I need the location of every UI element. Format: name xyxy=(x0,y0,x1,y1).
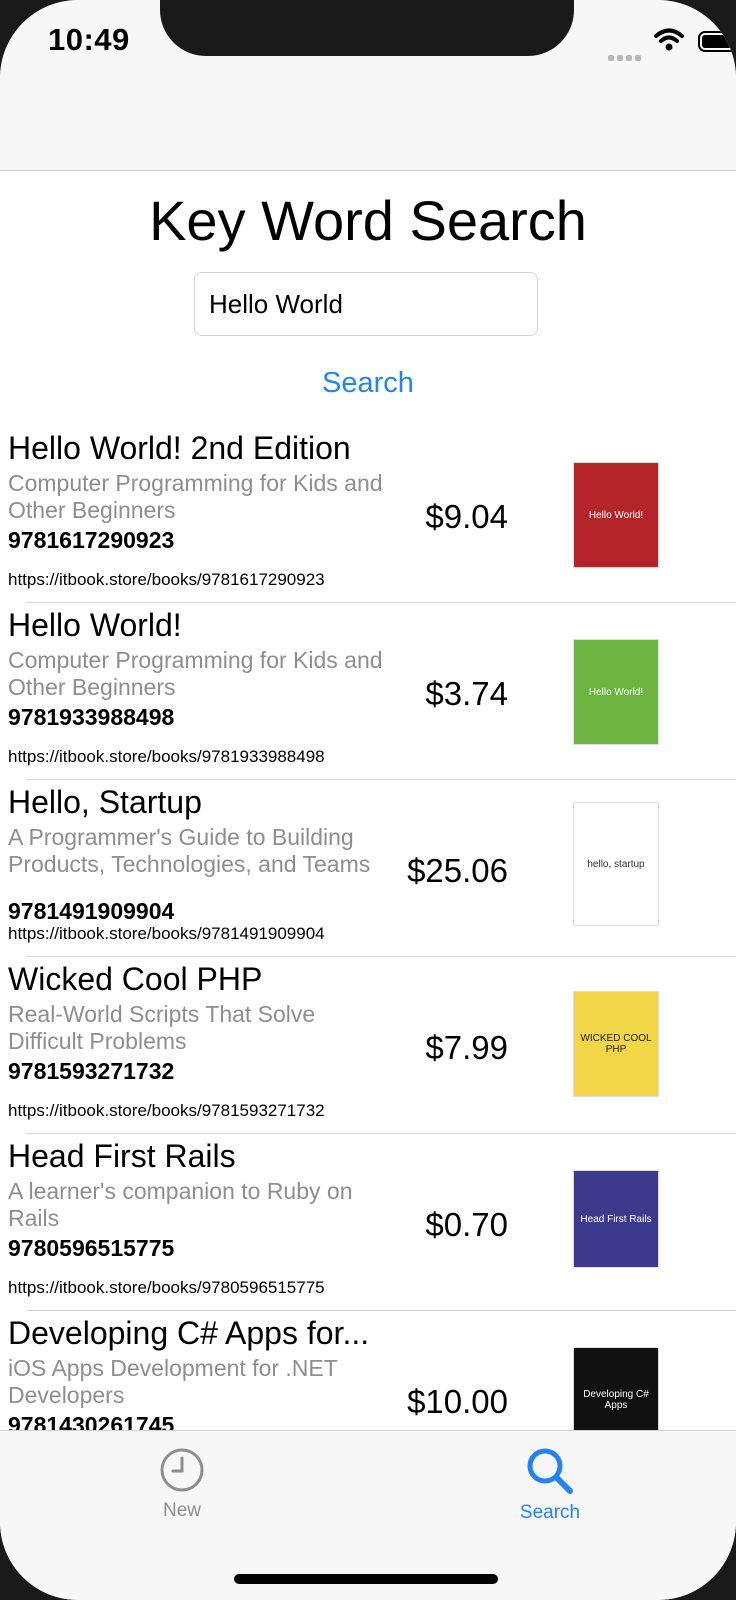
book-url: https://itbook.store/books/9781491909904 xyxy=(8,924,325,943)
book-subtitle: Real-World Scripts That Solve Difficult … xyxy=(8,1001,316,1054)
book-price: $25.06 xyxy=(407,852,508,889)
book-subtitle: A Programmer's Guide to Building Product… xyxy=(8,824,371,877)
book-cover-text: Developing C# Apps xyxy=(583,1389,649,1411)
book-subtitle: Computer Programming for Kids and Other … xyxy=(8,647,383,700)
book-url: https://itbook.store/books/9781933988498 xyxy=(8,747,325,766)
tab-search-label: Search xyxy=(519,1502,581,1523)
book-price: $3.74 xyxy=(425,675,508,712)
battery-icon xyxy=(698,31,736,52)
book-isbn: 9781430261745 xyxy=(8,1412,175,1432)
search-icon xyxy=(526,1448,574,1499)
result-row[interactable]: Hello World! 2nd Edition Computer Program… xyxy=(0,426,736,603)
book-cover-text: hello, startup xyxy=(587,858,645,870)
book-price: $0.70 xyxy=(425,1206,508,1243)
book-cover-text: Hello World! xyxy=(588,509,644,521)
book-subtitle: iOS Apps Development for .NET Developers xyxy=(8,1355,338,1408)
results-list[interactable]: Hello World! 2nd Edition Computer Program… xyxy=(0,426,736,1432)
book-cover-image: Developing C# Apps xyxy=(573,1347,659,1432)
status-time: 10:49 xyxy=(48,22,130,57)
book-title: Hello World! xyxy=(8,607,182,643)
result-row[interactable]: Wicked Cool PHP Real-World Scripts That S… xyxy=(0,957,736,1134)
page-title: Key Word Search xyxy=(149,189,587,252)
book-url: https://itbook.store/books/9780596515775 xyxy=(8,1278,325,1297)
book-cover-image: hello, startup xyxy=(573,802,659,926)
book-cover-image: Hello World! xyxy=(573,462,659,568)
clock-icon xyxy=(159,1448,205,1497)
book-isbn: 9781617290923 xyxy=(8,527,175,553)
book-price: $9.04 xyxy=(425,498,508,535)
book-cover-image: Hello World! xyxy=(573,639,659,745)
book-title: Developing C# Apps for... xyxy=(8,1315,370,1351)
search-input[interactable] xyxy=(194,272,538,336)
book-url: https://itbook.store/books/9781617290923 xyxy=(8,570,325,589)
book-title: Hello World! 2nd Edition xyxy=(8,430,351,466)
wifi-icon xyxy=(654,28,684,57)
book-isbn: 9781593271732 xyxy=(8,1058,175,1084)
book-subtitle: A learner's companion to Ruby on Rails xyxy=(8,1178,353,1231)
notch xyxy=(160,0,574,56)
book-price: $10.00 xyxy=(407,1383,508,1420)
book-cover-image: Head First Rails xyxy=(573,1170,659,1268)
cellular-signal-icon xyxy=(608,48,644,61)
book-cover-text: Hello World! xyxy=(588,686,644,698)
result-row[interactable]: Head First Rails A learner's companion to… xyxy=(0,1134,736,1311)
book-cover-text: Head First Rails xyxy=(580,1213,652,1225)
book-title: Head First Rails xyxy=(8,1138,236,1174)
phone-frame: 10:49 Key Word Search Search Hello World… xyxy=(0,0,736,1600)
book-isbn: 9781491909904 xyxy=(8,898,175,924)
book-cover-text: WICKED COOL PHP xyxy=(580,1033,652,1055)
result-row[interactable]: Hello World! Computer Programming for Kid… xyxy=(0,603,736,780)
tab-new-label: New xyxy=(162,1500,201,1521)
book-url: https://itbook.store/books/9781593271732 xyxy=(8,1101,325,1120)
book-isbn: 9781933988498 xyxy=(8,704,175,730)
book-title: Hello, Startup xyxy=(8,784,202,820)
result-row[interactable]: Developing C# Apps for... iOS Apps Develo… xyxy=(0,1311,736,1432)
tab-new[interactable]: New xyxy=(112,1447,252,1522)
book-isbn: 9780596515775 xyxy=(8,1235,175,1261)
search-button[interactable]: Search xyxy=(0,366,736,401)
book-price: $7.99 xyxy=(425,1029,508,1066)
book-cover-image: WICKED COOL PHP xyxy=(573,991,659,1097)
tab-search[interactable]: Search xyxy=(480,1447,620,1524)
result-row[interactable]: Hello, Startup A Programmer's Guide to Bu… xyxy=(0,780,736,957)
home-indicator xyxy=(234,1574,498,1584)
book-subtitle: Computer Programming for Kids and Other … xyxy=(8,470,383,523)
book-title: Wicked Cool PHP xyxy=(8,961,263,997)
